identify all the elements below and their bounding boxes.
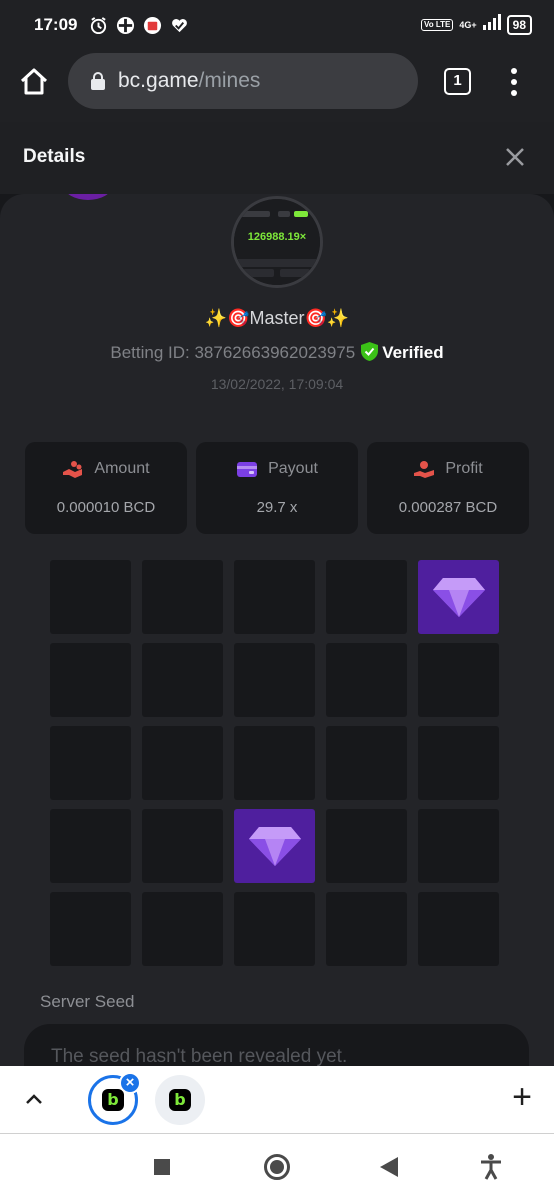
- betting-id: Betting ID: 38762663962023975: [110, 343, 356, 362]
- volte-indicator: Vo LTE: [421, 18, 454, 31]
- board-tile: [50, 726, 131, 800]
- mines-board: [50, 560, 502, 966]
- new-tab-button[interactable]: +: [512, 1080, 532, 1114]
- profit-hand-icon: [414, 461, 435, 478]
- menu-dot-icon: [511, 79, 517, 85]
- details-title: Details: [23, 146, 86, 167]
- shop-app-icon: [143, 16, 162, 35]
- coins-hand-icon: [63, 461, 83, 478]
- home-icon: [20, 68, 48, 95]
- chevron-up-icon[interactable]: [22, 1088, 46, 1112]
- board-tile: [418, 809, 499, 883]
- alarm-icon: [89, 16, 108, 35]
- bc-game-logo-icon: b: [169, 1089, 191, 1111]
- battery-level: 98: [506, 14, 532, 35]
- stat-payout: Payout 29.7 x: [196, 442, 358, 534]
- gem-icon: [432, 578, 485, 617]
- board-tile: [326, 809, 407, 883]
- stat-label: Amount: [94, 460, 150, 477]
- home-nav-button[interactable]: [264, 1154, 290, 1180]
- username: ✨🎯Master🎯✨: [204, 308, 350, 328]
- recents-button[interactable]: [154, 1159, 170, 1175]
- board-tile: [142, 726, 223, 800]
- betting-id-row: Betting ID: 38762663962023975 Verified: [0, 342, 554, 363]
- decoration-icon: [68, 194, 108, 200]
- home-button[interactable]: [18, 66, 50, 98]
- url-path: /mines: [198, 69, 261, 92]
- status-system-icons: Vo LTE 4G+ 98: [421, 14, 532, 35]
- stat-value: 29.7 x: [256, 499, 298, 516]
- board-tile: [418, 726, 499, 800]
- status-bar: 17:09 Vo LTE 4G+ 98: [0, 0, 554, 50]
- gem-tile: [234, 809, 315, 883]
- browser-toolbar: bc.game/mines 1: [0, 50, 554, 122]
- avatar: 126988.19×: [231, 196, 323, 288]
- gem-tile: [418, 560, 499, 634]
- board-tile: [234, 560, 315, 634]
- verified-shield-icon: [361, 342, 379, 361]
- board-tile: [50, 892, 131, 966]
- verified-label: Verified: [382, 343, 444, 362]
- lock-icon: [91, 72, 105, 90]
- close-tab-button[interactable]: ×: [119, 1072, 141, 1094]
- menu-dot-icon: [511, 68, 517, 74]
- network-type: 4G+: [459, 19, 477, 30]
- board-tile: [142, 643, 223, 717]
- close-button[interactable]: [504, 146, 526, 168]
- board-tile: [326, 643, 407, 717]
- browser-tab-strip: b × b +: [0, 1066, 554, 1134]
- stat-label: Profit: [445, 460, 483, 477]
- gem-icon: [248, 827, 301, 866]
- board-tile: [234, 892, 315, 966]
- url-host: bc.game: [118, 69, 199, 92]
- board-tile: [50, 809, 131, 883]
- status-time: 17:09: [34, 15, 78, 34]
- back-button[interactable]: [380, 1157, 398, 1177]
- board-tile: [50, 560, 131, 634]
- tab-switcher-button[interactable]: 1: [444, 68, 471, 95]
- health-heart-icon: [170, 16, 189, 35]
- board-tile: [326, 892, 407, 966]
- details-header: Details: [0, 122, 554, 194]
- overflow-menu-button[interactable]: [504, 66, 524, 98]
- status-notification-icons: [89, 16, 189, 35]
- stat-value: 0.000287 BCD: [398, 499, 498, 516]
- stat-amount: Amount 0.000010 BCD: [25, 442, 187, 534]
- stat-profit: Profit 0.000287 BCD: [367, 442, 529, 534]
- board-tile: [418, 892, 499, 966]
- system-nav-bar: [0, 1134, 554, 1200]
- board-tile: [142, 892, 223, 966]
- wallet-icon: [237, 462, 258, 477]
- board-tile: [142, 809, 223, 883]
- board-tile: [418, 643, 499, 717]
- game-app-icon: [116, 16, 135, 35]
- board-tile: [50, 643, 131, 717]
- stat-value: 0.000010 BCD: [56, 499, 156, 516]
- avatar-multiplier: 126988.19×: [247, 231, 307, 243]
- board-tile: [142, 560, 223, 634]
- stat-label: Payout: [268, 460, 318, 477]
- accessibility-icon[interactable]: [480, 1154, 502, 1180]
- board-tile: [234, 726, 315, 800]
- address-bar[interactable]: bc.game/mines: [68, 53, 418, 109]
- bc-game-logo-icon: b: [102, 1089, 124, 1111]
- board-tile: [234, 643, 315, 717]
- tab-thumbnail[interactable]: b: [155, 1075, 205, 1125]
- menu-dot-icon: [511, 90, 517, 96]
- signal-icon: [482, 14, 501, 35]
- close-icon: [506, 148, 524, 166]
- bet-details-card: 126988.19× ✨🎯Master🎯✨ Betting ID: 387626…: [0, 194, 554, 1094]
- board-tile: [326, 560, 407, 634]
- bet-date: 13/02/2022, 17:09:04: [210, 376, 344, 392]
- board-tile: [326, 726, 407, 800]
- server-seed-label: Server Seed: [40, 992, 135, 1011]
